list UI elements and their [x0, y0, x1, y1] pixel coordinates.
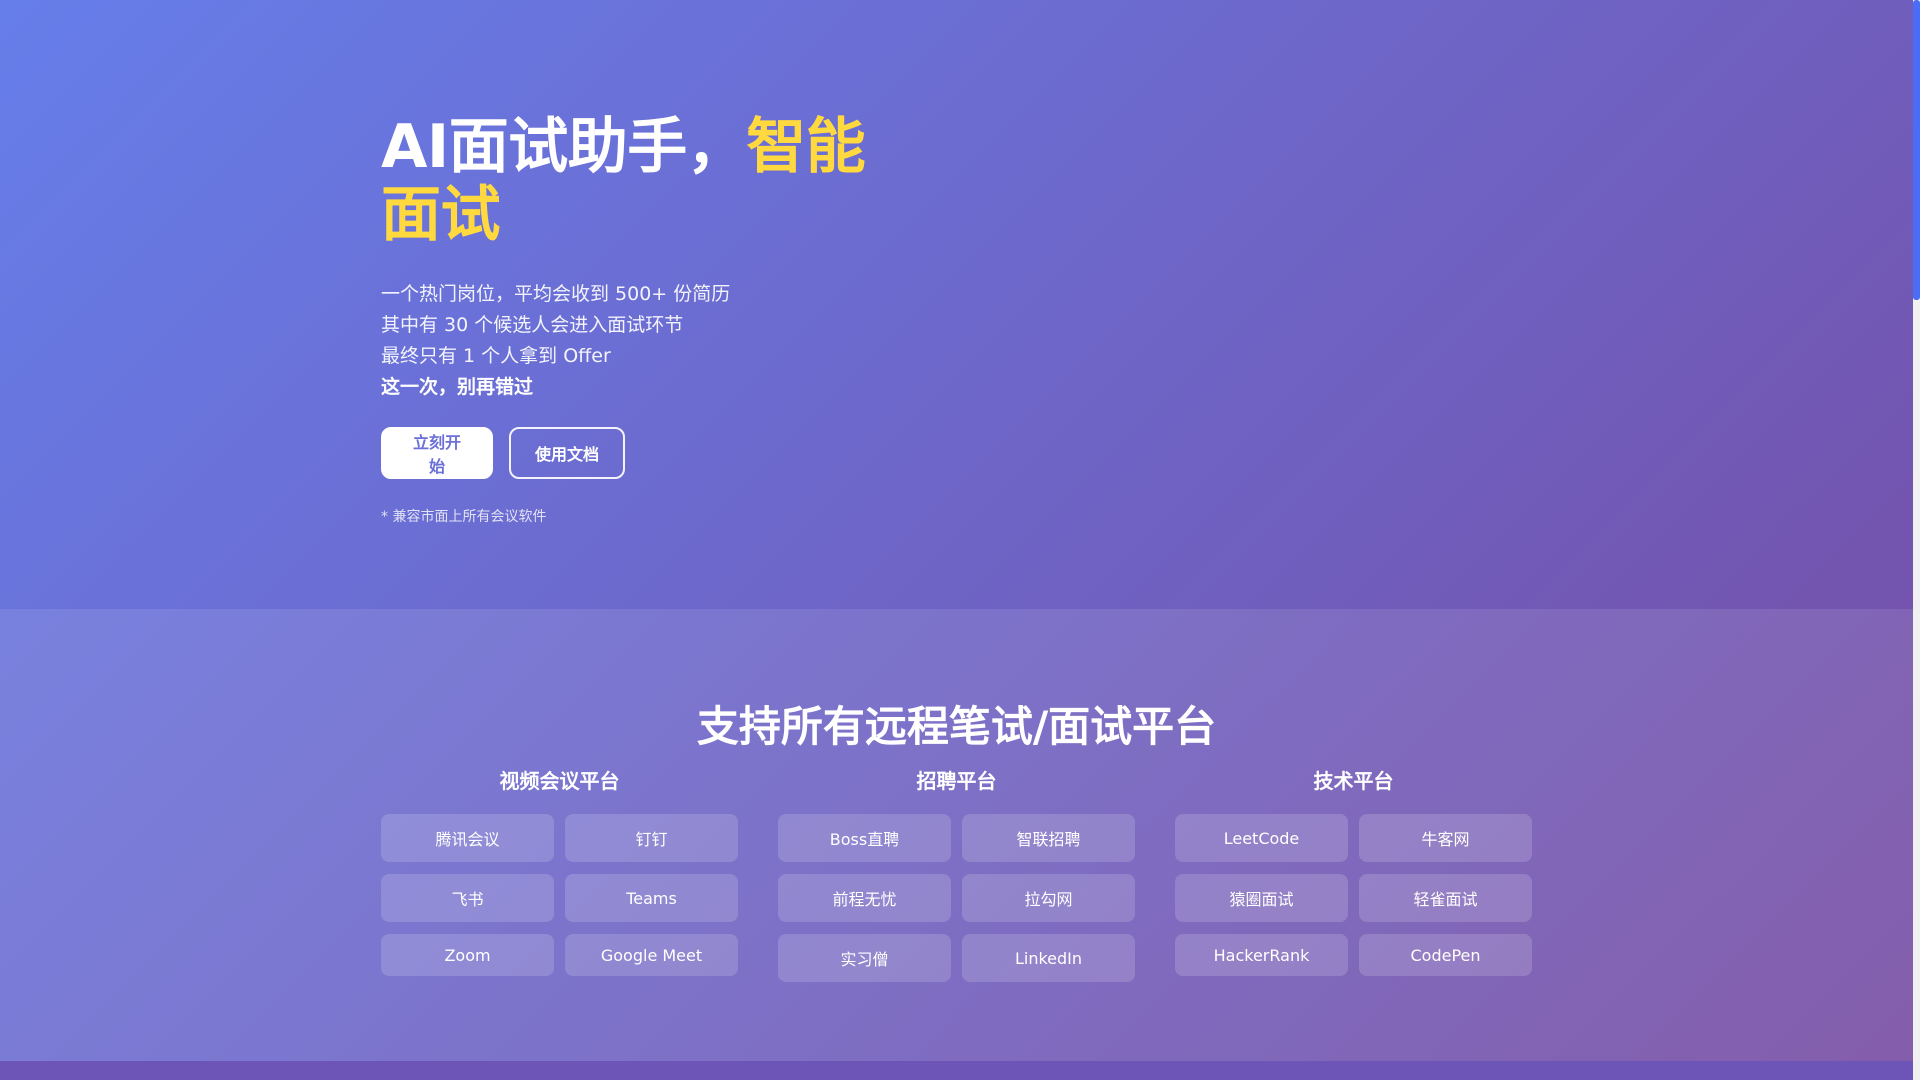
hero-desc-line: 其中有 30 个候选人会进入面试环节: [381, 314, 684, 336]
platform-group-title: 招聘平台: [916, 769, 997, 793]
platform-chip[interactable]: 飞书: [381, 874, 554, 922]
platform-chip[interactable]: 猿圈面试: [1175, 874, 1348, 922]
platforms-title: 支持所有远程笔试/面试平台: [696, 702, 1217, 751]
platform-grid: LeetCode 牛客网 猿圈面试 轻雀面试 HackerRank CodePe…: [1175, 814, 1532, 976]
hero-title: AI面试助手，智能面试: [381, 113, 921, 249]
platform-chip[interactable]: 前程无忧: [778, 874, 951, 922]
platform-chip[interactable]: LinkedIn: [962, 934, 1135, 982]
page-scrollbar[interactable]: [1913, 0, 1920, 1080]
hero-section: AI面试助手，智能面试 一个热门岗位，平均会收到 500+ 份简历 其中有 30…: [0, 0, 1913, 609]
platform-chip[interactable]: LeetCode: [1175, 814, 1348, 862]
docs-button[interactable]: 使用文档: [509, 427, 625, 479]
start-now-button[interactable]: 立刻开始: [381, 427, 493, 479]
platform-chip[interactable]: 腾讯会议: [381, 814, 554, 862]
hero-desc-strong: 这一次，别再错过: [381, 376, 534, 398]
platform-group-title: 视频会议平台: [499, 769, 620, 793]
platform-chip[interactable]: 智联招聘: [962, 814, 1135, 862]
platform-chip[interactable]: Google Meet: [565, 934, 738, 976]
platform-groups: 视频会议平台 腾讯会议 钉钉 飞书 Teams Zoom Google Meet…: [381, 765, 1533, 982]
hero-content: AI面试助手，智能面试 一个热门岗位，平均会收到 500+ 份简历 其中有 30…: [381, 113, 921, 526]
hero-actions: 立刻开始 使用文档: [381, 427, 921, 479]
platform-chip[interactable]: 拉勾网: [962, 874, 1135, 922]
compatibility-note: * 兼容市面上所有会议软件: [381, 509, 547, 525]
platform-grid: Boss直聘 智联招聘 前程无忧 拉勾网 实习僧 LinkedIn: [778, 814, 1135, 982]
platform-group-recruiting: 招聘平台 Boss直聘 智联招聘 前程无忧 拉勾网 实习僧 LinkedIn: [778, 765, 1135, 982]
platform-grid: 腾讯会议 钉钉 飞书 Teams Zoom Google Meet: [381, 814, 738, 976]
platform-chip[interactable]: HackerRank: [1175, 934, 1348, 976]
platforms-section: 支持所有远程笔试/面试平台 视频会议平台 腾讯会议 钉钉 飞书 Teams Zo…: [0, 609, 1913, 1061]
platform-group-title: 技术平台: [1313, 769, 1394, 793]
platform-group-video: 视频会议平台 腾讯会议 钉钉 飞书 Teams Zoom Google Meet: [381, 765, 738, 982]
scrollbar-thumb[interactable]: [1913, 0, 1920, 300]
platform-chip[interactable]: 牛客网: [1359, 814, 1532, 862]
hero-desc-line: 最终只有 1 个人拿到 Offer: [381, 345, 611, 367]
platform-chip[interactable]: Zoom: [381, 934, 554, 976]
next-section-edge: [0, 1061, 1913, 1080]
platform-chip[interactable]: CodePen: [1359, 934, 1532, 976]
platform-chip[interactable]: 轻雀面试: [1359, 874, 1532, 922]
platform-chip[interactable]: Teams: [565, 874, 738, 922]
hero-description: 一个热门岗位，平均会收到 500+ 份简历 其中有 30 个候选人会进入面试环节…: [381, 279, 921, 403]
hero-desc-line: 一个热门岗位，平均会收到 500+ 份简历: [381, 283, 731, 305]
platform-chip[interactable]: 钉钉: [565, 814, 738, 862]
hero-title-main: AI面试助手，: [381, 112, 747, 182]
platform-chip[interactable]: Boss直聘: [778, 814, 951, 862]
platform-chip[interactable]: 实习僧: [778, 934, 951, 982]
platform-group-tech: 技术平台 LeetCode 牛客网 猿圈面试 轻雀面试 HackerRank C…: [1175, 765, 1532, 982]
